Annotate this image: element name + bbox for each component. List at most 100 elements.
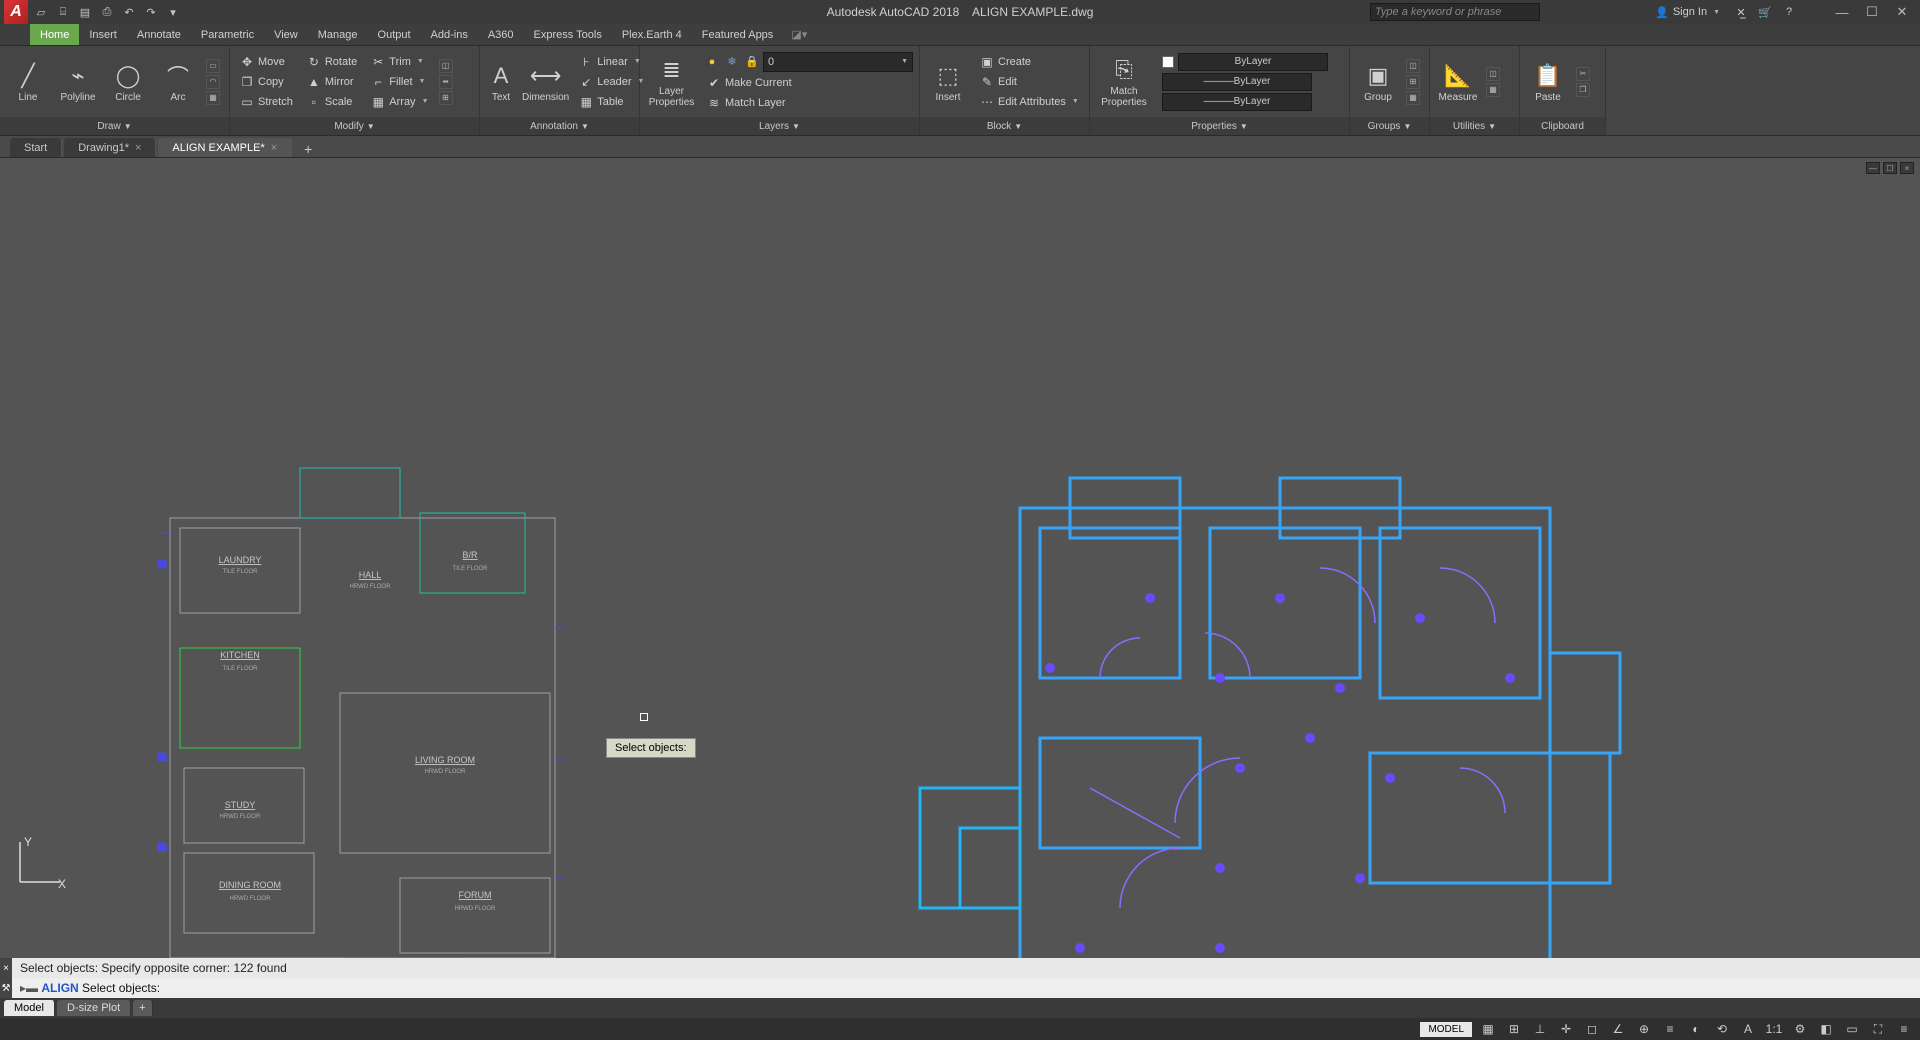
line-button[interactable]: ╱Line (6, 61, 50, 103)
window-minimize-button[interactable]: — (1830, 2, 1854, 22)
match-properties-button[interactable]: ⎘Match Properties (1096, 55, 1152, 108)
group-misc1-icon[interactable]: ◫ (1406, 59, 1420, 73)
paste-button[interactable]: 📋Paste (1526, 61, 1570, 103)
window-close-button[interactable]: ✕ (1890, 2, 1914, 22)
panel-utilities-title[interactable]: Utilities▼ (1430, 117, 1519, 135)
color-selector[interactable]: ByLayer (1158, 53, 1332, 71)
make-current-button[interactable]: ✔Make Current (703, 74, 796, 92)
polyline-button[interactable]: ⌁Polyline (56, 61, 100, 103)
layout-tab-dsize-plot[interactable]: D-size Plot (57, 1000, 131, 1016)
panel-modify-title[interactable]: Modify▼ (230, 117, 479, 135)
panel-block-title[interactable]: Block▼ (920, 117, 1089, 135)
window-maximize-button[interactable]: ☐ (1860, 2, 1884, 22)
block-edit-button[interactable]: ✎Edit (976, 73, 1083, 91)
modify-misc3-icon[interactable]: ⊞ (439, 91, 453, 105)
group-button[interactable]: ▣Group (1356, 61, 1400, 103)
layer-properties-button[interactable]: ≣Layer Properties (646, 55, 697, 108)
print-icon[interactable]: ⎙ (98, 3, 116, 21)
status-model-button[interactable]: MODEL (1420, 1022, 1472, 1037)
stretch-button[interactable]: ▭Stretch (236, 93, 297, 111)
cmdhist-close-icon[interactable]: × (0, 958, 12, 978)
rotate-button[interactable]: ↻Rotate (303, 53, 361, 71)
panel-groups-title[interactable]: Groups▼ (1350, 117, 1429, 135)
trim-button[interactable]: ✂Trim▼ (367, 53, 432, 71)
cmd-handle-icon[interactable]: ⚒ (0, 978, 12, 998)
filetab-start[interactable]: Start (10, 138, 62, 157)
help-icon[interactable]: ? (1780, 3, 1798, 21)
copy-button[interactable]: ❐Copy (236, 73, 297, 91)
block-edit-attr-button[interactable]: ⋯Edit Attributes▼ (976, 93, 1083, 111)
status-osnap-icon[interactable]: ◻ (1582, 1020, 1602, 1038)
arc-button[interactable]: ⌒Arc (156, 61, 200, 103)
util-misc2-icon[interactable]: ▦ (1486, 83, 1500, 97)
tab-fold-icon[interactable]: ◪▾ (791, 24, 807, 45)
tab-insert[interactable]: Insert (79, 24, 127, 45)
tab-annotate[interactable]: Annotate (127, 24, 191, 45)
status-track-icon[interactable]: ∠ (1608, 1020, 1628, 1038)
copy-clip-icon[interactable]: ❐ (1576, 83, 1590, 97)
measure-button[interactable]: 📐Measure (1436, 61, 1480, 103)
match-layer-button[interactable]: ≋Match Layer (703, 94, 790, 112)
status-scale-icon[interactable]: 1:1 (1764, 1020, 1784, 1038)
status-gear-icon[interactable]: ⚙ (1790, 1020, 1810, 1038)
array-button[interactable]: ▦Array▼ (367, 93, 432, 111)
move-button[interactable]: ✥Move (236, 53, 297, 71)
tab-a360[interactable]: A360 (478, 24, 524, 45)
panel-layers-title[interactable]: Layers▼ (640, 117, 919, 135)
app-menu-button[interactable]: A (4, 0, 28, 24)
close-icon[interactable]: × (135, 142, 141, 154)
command-line[interactable]: ⚒ ▸▬ ALIGN Select objects: (0, 978, 1920, 998)
undo-icon[interactable]: ↶ (120, 3, 138, 21)
circle-button[interactable]: ◯Circle (106, 61, 150, 103)
layer-bulb-icon[interactable]: ● (703, 53, 721, 71)
cart-icon[interactable]: 🛒 (1756, 3, 1774, 21)
text-button[interactable]: AText (486, 61, 516, 103)
lineweight-selector[interactable]: ——— ByLayer (1158, 73, 1332, 91)
tab-addins[interactable]: Add-ins (421, 24, 478, 45)
open-icon[interactable]: ⌸ (54, 3, 72, 21)
status-clean-icon[interactable]: ▭ (1842, 1020, 1862, 1038)
draw-rect-icon[interactable]: ▭ (206, 59, 220, 73)
filetab-align-example[interactable]: ALIGN EXAMPLE*× (158, 138, 292, 157)
mirror-button[interactable]: ▲Mirror (303, 73, 361, 91)
dimension-button[interactable]: ⟷Dimension (522, 61, 569, 103)
status-cycle-icon[interactable]: ⟲ (1712, 1020, 1732, 1038)
search-input[interactable]: Type a keyword or phrase (1370, 3, 1540, 21)
layer-selector[interactable]: 0 ▼ (763, 52, 913, 72)
layer-freeze-icon[interactable]: ❄ (723, 53, 741, 71)
block-create-button[interactable]: ▣Create (976, 53, 1083, 71)
add-file-tab-button[interactable]: + (298, 141, 318, 157)
cut-icon[interactable]: ✂ (1576, 67, 1590, 81)
fillet-button[interactable]: ⌐Fillet▼ (367, 73, 432, 91)
draw-ellipse-icon[interactable]: ◠ (206, 75, 220, 89)
status-dyn-icon[interactable]: ⊕ (1634, 1020, 1654, 1038)
close-icon[interactable]: × (271, 142, 277, 154)
table-button[interactable]: ▦Table (575, 93, 648, 111)
group-misc3-icon[interactable]: ▦ (1406, 91, 1420, 105)
layer-lock-icon[interactable]: 🔒 (743, 53, 761, 71)
status-full-icon[interactable]: ⛶ (1868, 1020, 1888, 1038)
drawing-viewport[interactable]: — ☐ × LAUNDRYTILE FLOOR HALL HRWD FLOOR … (0, 158, 1920, 958)
linear-button[interactable]: ⊦Linear▼ (575, 53, 648, 71)
signin-button[interactable]: 👤 Sign In ▼ (1649, 4, 1726, 21)
panel-properties-title[interactable]: Properties▼ (1090, 117, 1349, 135)
modify-misc2-icon[interactable]: ⇴ (439, 75, 453, 89)
modify-misc1-icon[interactable]: ◫ (439, 59, 453, 73)
layout-tab-add-button[interactable]: + (133, 1000, 152, 1016)
redo-icon[interactable]: ↷ (142, 3, 160, 21)
status-anno-icon[interactable]: A (1738, 1020, 1758, 1038)
status-customize-icon[interactable]: ≡ (1894, 1020, 1914, 1038)
panel-clipboard-title[interactable]: Clipboard (1520, 117, 1605, 135)
save-icon[interactable]: ▤ (76, 3, 94, 21)
tab-express-tools[interactable]: Express Tools (524, 24, 612, 45)
draw-hatch-icon[interactable]: ▦ (206, 91, 220, 105)
leader-button[interactable]: ↙Leader▼ (575, 73, 648, 91)
vp-maximize-icon[interactable]: ☐ (1883, 162, 1897, 174)
status-lw-icon[interactable]: ≡ (1660, 1020, 1680, 1038)
tab-view[interactable]: View (264, 24, 308, 45)
tab-plexearth[interactable]: Plex.Earth 4 (612, 24, 692, 45)
tab-featured-apps[interactable]: Featured Apps (692, 24, 784, 45)
vp-close-icon[interactable]: × (1900, 162, 1914, 174)
filetab-drawing1[interactable]: Drawing1*× (64, 138, 156, 157)
status-grid-icon[interactable]: ▦ (1478, 1020, 1498, 1038)
